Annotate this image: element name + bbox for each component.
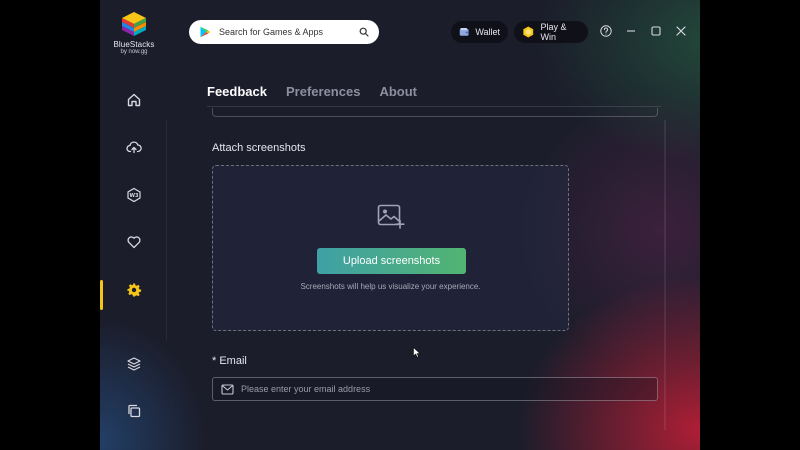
help-icon (600, 25, 612, 37)
attach-screenshots-label: Attach screenshots (212, 142, 306, 154)
sidebar-item-settings[interactable] (122, 278, 146, 302)
sidebar-item-cloud[interactable] (122, 135, 146, 159)
sidebar-item-home[interactable] (122, 88, 146, 112)
tab-preferences[interactable]: Preferences (286, 84, 360, 99)
svg-text:W3: W3 (130, 193, 140, 199)
sidebar-item-layers[interactable] (122, 352, 146, 376)
gear-icon (127, 283, 142, 297)
content-scrollbar[interactable] (664, 120, 666, 430)
help-button[interactable] (599, 24, 613, 38)
brand-name: BlueStacks (113, 40, 155, 49)
maximize-icon (651, 26, 661, 36)
tab-about[interactable]: About (379, 84, 417, 99)
wallet-button[interactable]: Wallet (451, 21, 508, 43)
brand-sub: by now.gg (120, 49, 148, 55)
mail-icon (221, 383, 234, 395)
previous-textarea-edge (212, 108, 658, 117)
close-button[interactable] (674, 24, 688, 38)
settings-tabs: Feedback Preferences About (207, 84, 436, 99)
play-and-win-label: Play & Win (540, 22, 567, 42)
sidebar-divider (166, 120, 167, 340)
wallet-icon (459, 27, 469, 36)
mouse-cursor-icon (413, 347, 421, 358)
web3-icon: W3 (127, 187, 141, 203)
active-indicator (100, 280, 103, 310)
email-field[interactable] (212, 377, 658, 401)
upload-screenshots-button[interactable]: Upload screenshots (317, 248, 466, 274)
google-play-icon (200, 26, 211, 38)
upload-hint: Screenshots will help us visualize your … (300, 282, 481, 291)
sidebar-item-favorites[interactable] (122, 230, 146, 254)
close-icon (676, 26, 686, 36)
play-and-win-button[interactable]: Play & Win (514, 21, 588, 43)
multi-instance-icon (128, 404, 141, 418)
layers-icon (127, 357, 141, 371)
search-input[interactable] (219, 27, 359, 37)
cloud-upload-icon (126, 141, 142, 154)
wallet-label: Wallet (475, 27, 500, 37)
tab-feedback[interactable]: Feedback (207, 84, 267, 99)
minimize-icon (627, 30, 635, 32)
email-label: * Email (212, 355, 247, 367)
tabs-divider (207, 106, 661, 107)
email-input[interactable] (241, 384, 649, 394)
maximize-button[interactable] (649, 24, 663, 38)
sidebar-item-multi-instance[interactable] (122, 399, 146, 423)
sidebar-item-web3[interactable]: W3 (122, 183, 146, 207)
sidebar: BlueStacks by now.gg W3 (100, 0, 168, 450)
coin-icon (523, 26, 534, 38)
add-image-icon (377, 204, 405, 229)
heart-icon (127, 236, 141, 249)
bluestacks-logo[interactable]: BlueStacks by now.gg (112, 10, 156, 55)
search-bar[interactable] (189, 20, 379, 44)
bluestacks-logo-icon (120, 10, 148, 38)
minimize-button[interactable] (624, 24, 638, 38)
search-icon[interactable] (359, 27, 369, 37)
screenshot-dropzone[interactable]: Upload screenshots Screenshots will help… (212, 165, 569, 331)
bluestacks-window: BlueStacks by now.gg W3 Search for Games… (100, 0, 700, 450)
home-icon (127, 93, 141, 107)
